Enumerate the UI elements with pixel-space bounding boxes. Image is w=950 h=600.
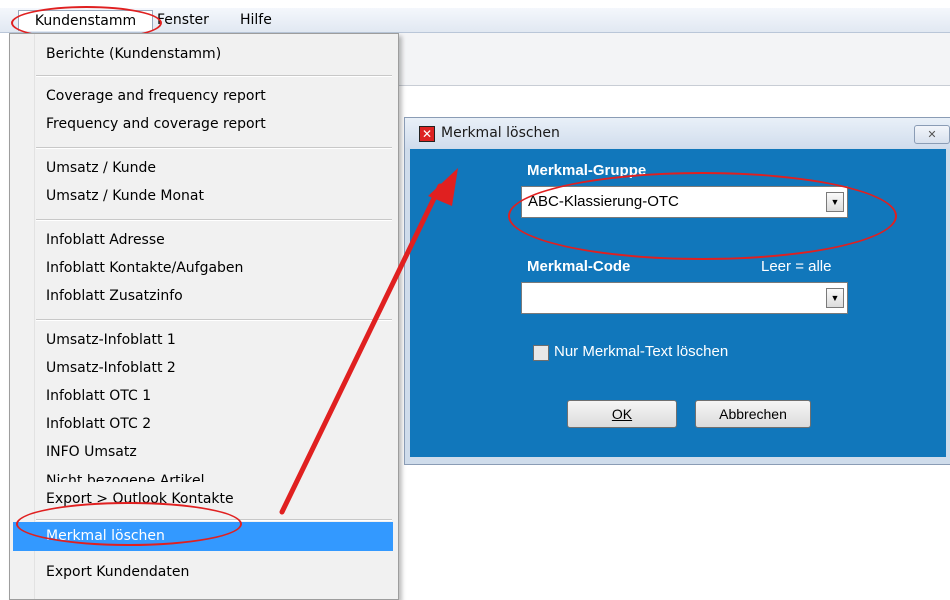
toolbar-area: [398, 33, 950, 86]
merkmal-code-label: Merkmal-Code: [527, 258, 631, 275]
menu-item-infoblatt-otc-1[interactable]: Infoblatt OTC 1: [46, 387, 151, 405]
dialog-close-button[interactable]: ✕: [914, 125, 950, 144]
menu-item-infoblatt-otc-2[interactable]: Infoblatt OTC 2: [46, 415, 151, 433]
menu-separator: [36, 219, 392, 221]
dialog-title: Merkmal löschen: [441, 125, 560, 141]
merkmal-code-hint: Leer = alle: [761, 258, 832, 275]
menu-item-export-kundendaten[interactable]: Export Kundendaten: [46, 563, 189, 581]
menu-item-nicht-bezogene-artikel[interactable]: Nicht bezogene Artikel: [46, 472, 205, 482]
menu-item-coverage-frequency[interactable]: Coverage and frequency report: [46, 87, 266, 105]
dialog-titlebar: ✕ Merkmal löschen ✕: [405, 118, 950, 148]
menu-fenster[interactable]: Fenster: [157, 11, 209, 29]
menu-item-umsatz-infoblatt-2[interactable]: Umsatz-Infoblatt 2: [46, 359, 176, 377]
ok-button[interactable]: OK: [567, 400, 677, 428]
nur-merkmal-text-checkbox[interactable]: [533, 345, 549, 361]
nur-merkmal-text-label: Nur Merkmal-Text löschen: [554, 343, 729, 360]
menu-item-umsatz-kunde-monat[interactable]: Umsatz / Kunde Monat: [46, 187, 204, 205]
menu-item-infoblatt-zusatzinfo[interactable]: Infoblatt Zusatzinfo: [46, 287, 183, 305]
callout-merkmal-gruppe: [508, 172, 897, 260]
menu-item-infoblatt-adresse[interactable]: Infoblatt Adresse: [46, 231, 165, 249]
menu-item-info-umsatz[interactable]: INFO Umsatz: [46, 443, 137, 461]
menu-item-berichte[interactable]: Berichte (Kundenstamm): [46, 45, 221, 63]
menu-item-umsatz-kunde[interactable]: Umsatz / Kunde: [46, 159, 156, 177]
menu-item-infoblatt-kontakte[interactable]: Infoblatt Kontakte/Aufgaben: [46, 259, 243, 277]
menu-separator: [36, 319, 392, 321]
callout-merkmal-loeschen-item: [16, 502, 242, 546]
menu-item-frequency-coverage[interactable]: Frequency and coverage report: [46, 115, 266, 133]
close-x-icon: ✕: [419, 126, 435, 142]
dropdown-arrow-icon[interactable]: ▼: [826, 288, 844, 308]
menu-separator: [36, 75, 392, 77]
menu-hilfe[interactable]: Hilfe: [240, 11, 272, 29]
merkmal-code-select[interactable]: ▼: [521, 282, 848, 314]
menu-item-umsatz-infoblatt-1[interactable]: Umsatz-Infoblatt 1: [46, 331, 176, 349]
abbrechen-button[interactable]: Abbrechen: [695, 400, 811, 428]
menu-separator: [36, 147, 392, 149]
merkmal-loeschen-dialog: ✕ Merkmal löschen ✕ Merkmal-Gruppe ABC-K…: [404, 117, 950, 465]
